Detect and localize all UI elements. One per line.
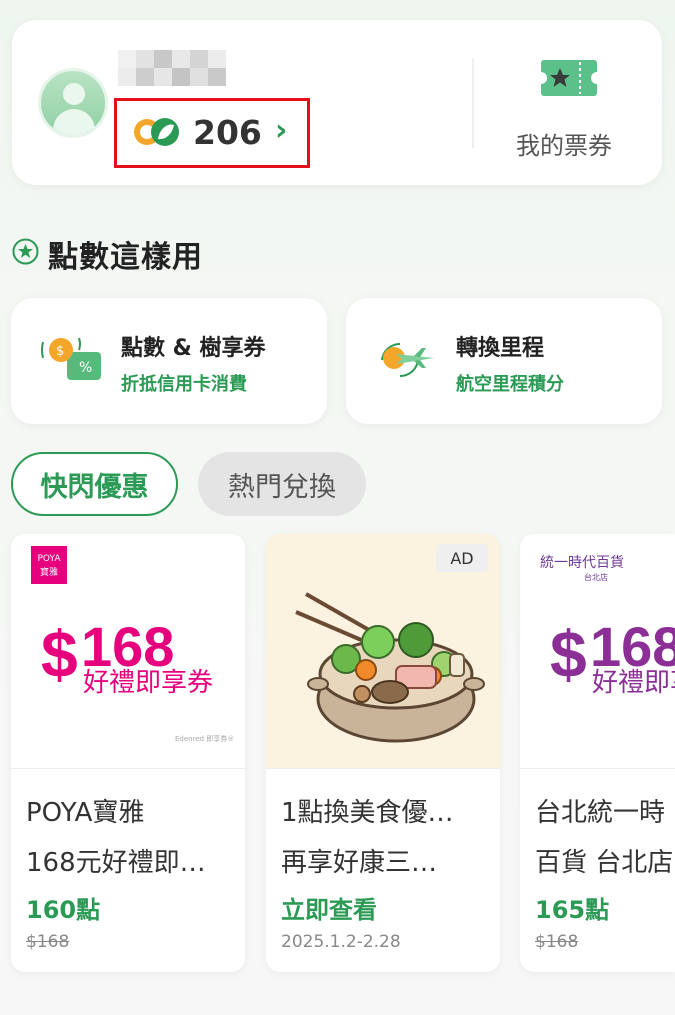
svg-text:%: % <box>79 360 92 376</box>
edenred-mark: Edenred 即享券® <box>175 735 235 743</box>
offer-date: 2025.1.2-2.28 <box>281 932 401 952</box>
section-title: 點數這樣用 <box>48 240 203 275</box>
offer-title: 1點換美食優… <box>281 798 454 828</box>
profile-divider <box>472 58 474 148</box>
usage-subtitle: 折抵信用卡消費 <box>121 374 247 395</box>
usage-title: 點數 & 樹享券 <box>121 336 266 361</box>
points-coin-icon <box>134 118 179 146</box>
offer-original-price: $168 <box>26 932 70 952</box>
offer-points: 160點 <box>26 896 101 924</box>
usage-card-points-voucher[interactable]: % $ 點數 & 樹享券 折抵信用卡消費 <box>11 298 327 424</box>
offer-image: POYA 寶雅 $ 168 好禮即享券 Edenred 即享券® <box>11 534 245 769</box>
offer-title: 台北統一時 <box>535 798 666 828</box>
avatar[interactable] <box>38 68 108 138</box>
offer-cta: 立即查看 <box>281 896 377 924</box>
offer-title: POYA寶雅 <box>26 798 145 828</box>
star-circle-icon <box>12 238 39 265</box>
offer-subtitle: 百貨 台北店 <box>535 848 674 878</box>
tab-flash-deals[interactable]: 快閃優惠 <box>11 452 178 516</box>
offer-image: 統一時代百貨 台北店 $ 168 好禮即享 <box>520 534 675 769</box>
offer-card-dept-store[interactable]: 統一時代百貨 台北店 $ 168 好禮即享 台北統一時 百貨 台北店 165點 … <box>520 534 675 972</box>
store-logo-sub: 台北店 <box>584 573 608 582</box>
usage-title: 轉換里程 <box>456 336 545 361</box>
points-value: 206 <box>193 113 262 152</box>
price-caption: 好禮即享券 <box>83 668 214 698</box>
offer-card-food-ad[interactable]: AD 1點換美食優… 再享好康三… 立即查看 2025.1.2-2.28 <box>266 534 500 972</box>
my-tickets-link[interactable]: 我的票券 <box>516 126 612 161</box>
price-symbol: $ <box>550 617 587 691</box>
offer-card-poya[interactable]: POYA 寶雅 $ 168 好禮即享券 Edenred 即享券® POYA寶雅 … <box>11 534 245 972</box>
offer-subtitle: 168元好禮即… <box>26 848 206 878</box>
ad-badge: AD <box>436 544 488 572</box>
price-symbol: $ <box>41 617 78 691</box>
usage-subtitle: 航空里程積分 <box>456 374 564 395</box>
tab-popular-redeem[interactable]: 熱門兌換 <box>198 452 366 516</box>
store-logo: 統一時代百貨 <box>540 555 624 571</box>
offer-points: 165點 <box>535 896 610 924</box>
username-blurred <box>118 50 226 86</box>
ticket-icon[interactable] <box>540 58 598 98</box>
usage-card-miles[interactable]: 轉換里程 航空里程積分 <box>346 298 662 424</box>
coin-coupon-icon: % $ <box>41 337 101 380</box>
poya-logo: POYA 寶雅 <box>31 546 67 584</box>
offer-subtitle: 再享好康三… <box>281 848 438 878</box>
offer-original-price: $168 <box>535 932 579 952</box>
avatar-head-icon <box>63 83 85 105</box>
points-balance-button[interactable]: 206 › <box>114 98 310 168</box>
avatar-body-icon <box>53 109 95 135</box>
svg-text:$: $ <box>56 344 64 359</box>
price-caption: 好禮即享 <box>592 668 675 698</box>
airplane-exchange-icon <box>381 342 434 378</box>
offer-image: AD <box>266 534 500 769</box>
chevron-right-icon: › <box>275 113 288 148</box>
